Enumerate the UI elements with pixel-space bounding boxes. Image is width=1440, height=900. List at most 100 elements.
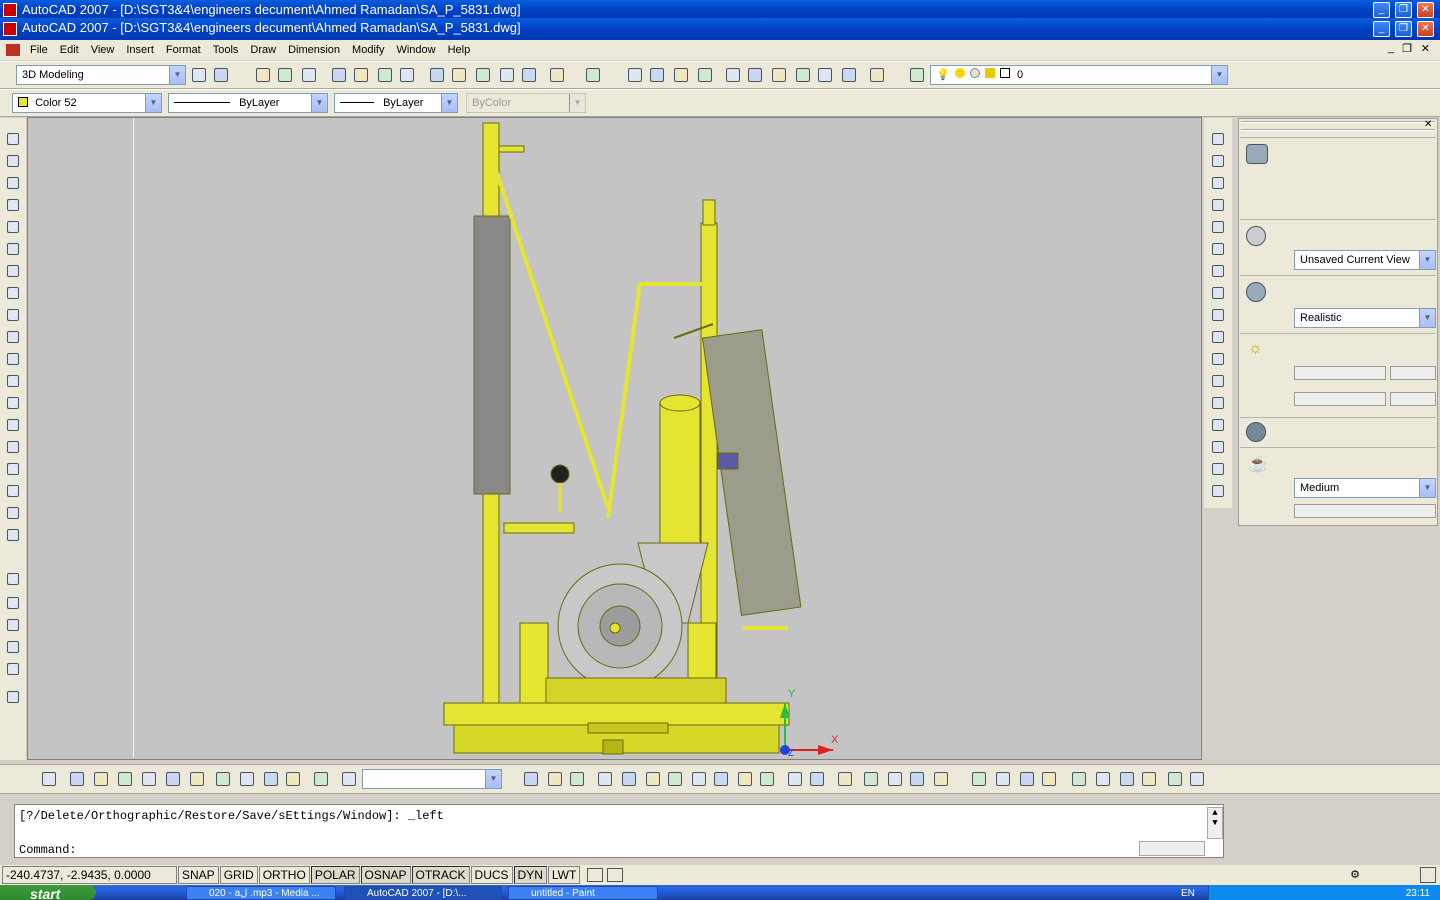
view-tool-icon-9[interactable] (238, 770, 256, 788)
modify-tool-icon-6[interactable] (1209, 240, 1227, 258)
model-icon[interactable] (587, 868, 604, 882)
standard-tool-icon-22[interactable] (746, 66, 764, 84)
menu-dimension[interactable]: Dimension (282, 44, 346, 56)
draw-tool-icon-17[interactable] (4, 482, 22, 500)
taskbar-autocad[interactable]: AutoCAD 2007 - [D:\... (344, 886, 502, 900)
view-tool-icon-31[interactable] (932, 770, 950, 788)
tray-settings-icon[interactable]: ⚙ (1350, 868, 1360, 881)
menu-tools[interactable]: Tools (207, 44, 245, 56)
restore-button[interactable]: ❐ (1395, 2, 1412, 18)
modify-tool-icon-2[interactable] (1209, 152, 1227, 170)
view-tool-icon-14[interactable] (522, 770, 540, 788)
draw-tool-icon-4[interactable] (4, 196, 22, 214)
view-tool-icon-24[interactable] (758, 770, 776, 788)
standard-tool-icon-3[interactable] (254, 66, 272, 84)
draw-tool-icon-19[interactable] (4, 526, 22, 544)
draw-tool-icon-1[interactable] (4, 130, 22, 148)
draw-tool-icon-3[interactable] (4, 174, 22, 192)
view-tool-icon-26[interactable] (808, 770, 826, 788)
taskbar-media-player[interactable]: 020 - aل .mp3 - Media ... (186, 886, 336, 900)
modify-tool-icon-12[interactable] (1209, 372, 1227, 390)
view-tool-icon-2[interactable] (68, 770, 86, 788)
menu-insert[interactable]: Insert (120, 44, 160, 56)
draw-tool-icon-2[interactable] (4, 152, 22, 170)
view-tool-icon-11[interactable] (284, 770, 302, 788)
view-tool-icon-41[interactable] (1188, 770, 1206, 788)
view-tool-icon-40[interactable] (1166, 770, 1184, 788)
standard-tool-icon-4[interactable] (276, 66, 294, 84)
modify-tool-icon-8[interactable] (1209, 284, 1227, 302)
view-tool-icon-35[interactable] (1040, 770, 1058, 788)
standard-tool-icon-1[interactable] (190, 66, 208, 84)
modify-tool-icon-17[interactable] (1209, 482, 1227, 500)
doc-close-button[interactable]: ✕ (1417, 21, 1434, 37)
brightness-slider[interactable] (1294, 366, 1386, 380)
view-tool-icon-12[interactable] (312, 770, 330, 788)
start-button[interactable]: start (0, 885, 96, 900)
dashboard-grip[interactable] (1241, 121, 1435, 131)
status-toggle-ortho[interactable]: ORTHO (258, 866, 310, 884)
draw-tool-icon-15[interactable] (4, 438, 22, 456)
view-tool-icon-33[interactable] (994, 770, 1012, 788)
status-toggle-osnap[interactable]: OSNAP (360, 866, 411, 884)
view-tool-icon-17[interactable] (596, 770, 614, 788)
taskbar-paint[interactable]: untitled - Paint (508, 886, 658, 900)
view-tool-icon-15[interactable] (546, 770, 564, 788)
doc-restore-button[interactable]: ❐ (1395, 21, 1412, 37)
draw-tool-icon-11[interactable] (4, 350, 22, 368)
modify-tool-icon-10[interactable] (1209, 328, 1227, 346)
standard-tool-icon-2[interactable] (212, 66, 230, 84)
standard-tool-icon-11[interactable] (450, 66, 468, 84)
teapot-icon[interactable]: ☕ (1248, 454, 1268, 474)
lineweight-select[interactable]: ByLayer ▼ (334, 93, 458, 113)
navigate-icon[interactable] (1246, 226, 1266, 246)
view-tool-icon-36[interactable] (1070, 770, 1088, 788)
standard-tool-icon-10[interactable] (428, 66, 446, 84)
light-icon[interactable]: ☼ (1248, 340, 1263, 358)
standard-tool-icon-12[interactable] (474, 66, 492, 84)
view-tool-icon-13[interactable] (340, 770, 358, 788)
menu-file[interactable]: File (24, 44, 54, 56)
standard-tool-icon-8[interactable] (376, 66, 394, 84)
standard-tool-icon-20[interactable] (696, 66, 714, 84)
command-hscroll[interactable] (1139, 841, 1205, 856)
draw-tool-icon-14[interactable] (4, 416, 22, 434)
standard-tool-icon-26[interactable] (840, 66, 858, 84)
coordinate-readout[interactable]: -240.4737, -2.9435, 0.0000 (2, 866, 177, 884)
view-tool-icon-30[interactable] (908, 770, 926, 788)
standard-tool-icon-5[interactable] (300, 66, 318, 84)
standard-tool-icon-9[interactable] (398, 66, 416, 84)
menu-edit[interactable]: Edit (54, 44, 85, 56)
modify-tool-icon-16[interactable] (1209, 460, 1227, 478)
modify-tool-icon-1[interactable] (1209, 130, 1227, 148)
standard-tool-icon-25[interactable] (816, 66, 834, 84)
draw-tool-icon-8[interactable] (4, 284, 22, 302)
standard-tool-icon-6[interactable] (330, 66, 348, 84)
command-scrollbar[interactable]: ▲ ▼ (1207, 807, 1223, 839)
drawing-viewport[interactable]: Y X Z (27, 117, 1202, 760)
standard-tool-icon-15[interactable] (548, 66, 566, 84)
view-tool-icon-7[interactable] (188, 770, 206, 788)
modify-tool-icon-13[interactable] (1209, 394, 1227, 412)
status-toggle-grid[interactable]: GRID (219, 866, 258, 884)
status-toggle-dyn[interactable]: DYN (513, 866, 547, 884)
render-quality-select[interactable]: Medium ▼ (1294, 478, 1436, 498)
view-tool-icon-34[interactable] (1018, 770, 1036, 788)
contrast-slider[interactable] (1294, 392, 1386, 406)
modify-tool-icon-11[interactable] (1209, 350, 1227, 368)
view-tool-icon-19[interactable] (644, 770, 662, 788)
brightness-field[interactable] (1390, 366, 1436, 380)
status-toggle-lwt[interactable]: LWT (547, 866, 581, 884)
draw-tool-icon-25[interactable] (4, 688, 22, 706)
materials-icon[interactable] (1246, 422, 1266, 442)
view-tool-icon-3[interactable] (92, 770, 110, 788)
view-tool-icon-22[interactable] (712, 770, 730, 788)
menu-draw[interactable]: Draw (244, 44, 282, 56)
view-tool-icon-23[interactable] (736, 770, 754, 788)
view-tool-icon-28[interactable] (862, 770, 880, 788)
status-toggle-polar[interactable]: POLAR (310, 866, 360, 884)
draw-tool-icon-23[interactable] (4, 638, 22, 656)
draw-tool-icon-16[interactable] (4, 460, 22, 478)
view-tool-icon-37[interactable] (1094, 770, 1112, 788)
view-tool-icon-20[interactable] (666, 770, 684, 788)
